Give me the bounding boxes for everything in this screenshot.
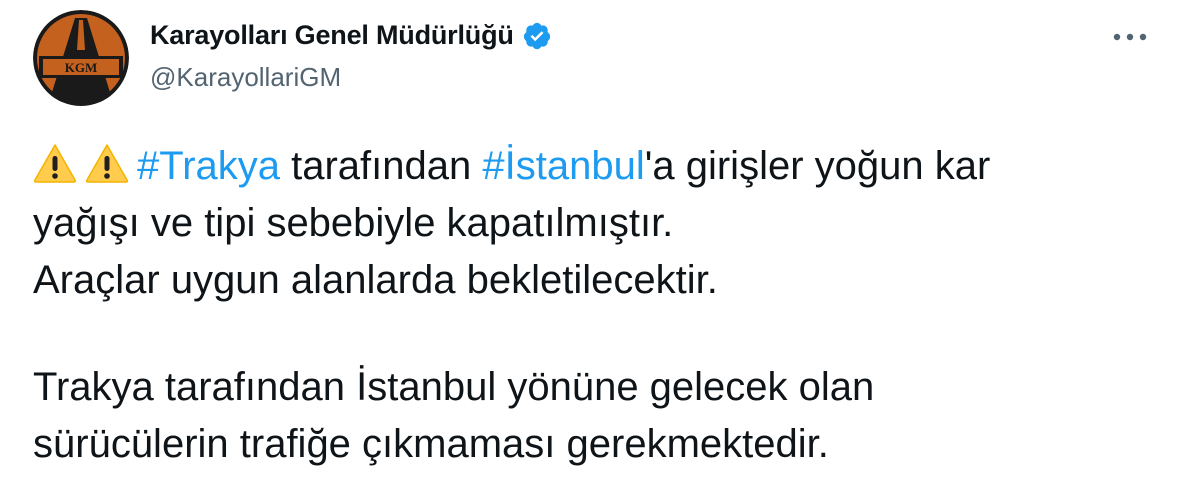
author-handle[interactable]: @KarayollariGM bbox=[150, 62, 341, 93]
kgm-logo-icon: KGM bbox=[33, 10, 129, 106]
tweet-line-2: yağışı ve tipi sebebiyle kapatılmıştır. bbox=[33, 201, 674, 245]
more-horizontal-icon[interactable] bbox=[1110, 22, 1150, 52]
hashtag-link[interactable]: #Trakya bbox=[137, 144, 280, 188]
avatar-text: KGM bbox=[65, 60, 98, 75]
tweet-line-3: Araçlar uygun alanlarda bekletilecektir. bbox=[33, 258, 718, 302]
tweet-text: #Trakya tarafından #İstanbul'a girişler … bbox=[33, 138, 1183, 473]
verified-badge-icon bbox=[522, 21, 552, 51]
warning-icon bbox=[33, 143, 77, 183]
author-name-row: Karayolları Genel Müdürlüğü bbox=[150, 20, 552, 51]
tweet-card: KGM Karayolları Genel Müdürlüğü @Karayol… bbox=[0, 0, 1200, 501]
tweet-line-1: #Trakya tarafından #İstanbul'a girişler … bbox=[33, 138, 1183, 195]
display-name[interactable]: Karayolları Genel Müdürlüğü bbox=[150, 20, 514, 51]
tweet-text-segment: tarafından bbox=[280, 144, 483, 188]
avatar[interactable]: KGM bbox=[33, 10, 129, 106]
tweet-line-5: sürücülerin trafiğe çıkmaması gerekmekte… bbox=[33, 422, 829, 466]
line-spacer bbox=[33, 309, 1183, 359]
warning-icon bbox=[85, 143, 129, 183]
tweet-text-segment: 'a girişler yoğun kar bbox=[644, 144, 991, 188]
hashtag-link[interactable]: #İstanbul bbox=[482, 144, 644, 188]
tweet-line-4: Trakya tarafından İstanbul yönüne gelece… bbox=[33, 365, 875, 409]
